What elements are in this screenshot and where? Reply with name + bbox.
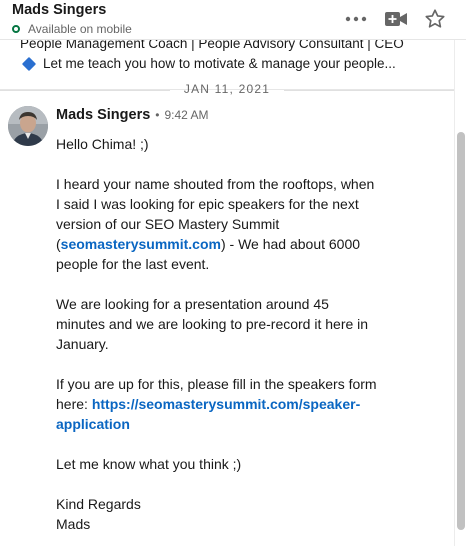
divider [284, 90, 454, 91]
separator-dot: • [155, 108, 160, 122]
message-line: Mads [56, 516, 91, 532]
video-call-icon [385, 12, 407, 26]
presence-status: Available on mobile [12, 22, 132, 36]
message-line: January. [56, 336, 109, 352]
message-line: I heard your name shouted from the rooft… [56, 176, 375, 192]
message-line: I said I was looking for epic speakers f… [56, 196, 359, 212]
message-paragraph: I heard your name shouted from the rooft… [56, 174, 448, 274]
avatar[interactable] [8, 106, 48, 146]
message-line: (seomasterysummit.com) - We had about 60… [56, 234, 448, 254]
sender-name[interactable]: Mads Singers [56, 107, 150, 123]
message-line: here: https://seomasterysummit.com/speak… [56, 394, 448, 414]
video-call-button[interactable] [383, 6, 409, 32]
speaker-form-link[interactable]: https://seomasterysummit.com/speaker- [92, 396, 360, 412]
summit-link[interactable]: seomasterysummit.com [61, 236, 221, 252]
profile-teaser-text: Let me teach you how to motivate & manag… [43, 56, 396, 71]
message-text: Let me know what you think ;) [56, 456, 242, 472]
message-paragraph: Kind Regards Mads [56, 494, 448, 534]
divider [0, 90, 170, 91]
message-line-head: here: [56, 396, 92, 412]
message-line: Kind Regards [56, 496, 141, 512]
profile-teaser: Let me teach you how to motivate & manag… [21, 56, 396, 71]
presence-text: Available on mobile [28, 22, 132, 36]
scrollbar[interactable] [454, 40, 466, 546]
message-line: We are looking for a presentation around… [56, 296, 329, 312]
star-conversation-button[interactable] [422, 6, 448, 32]
message-paragraph: Hello Chima! ;) [56, 134, 448, 154]
presence-indicator-icon [12, 25, 20, 33]
message-line-tail: ) - We had about 6000 [220, 236, 361, 252]
star-icon [425, 9, 445, 28]
message-line: version of our SEO Mastery Summit [56, 216, 280, 232]
contact-name[interactable]: Mads Singers [12, 2, 106, 18]
diamond-icon [21, 56, 37, 71]
message-line: If you are up for this, please fill in t… [56, 376, 377, 392]
message-time: 9:42 AM [164, 108, 209, 122]
conversation-header: Mads Singers Available on mobile [0, 0, 466, 40]
message-line: application [56, 414, 448, 434]
more-horizontal-icon [345, 16, 367, 22]
more-options-button[interactable] [343, 6, 369, 32]
message-paragraph: Let me know what you think ;) [56, 454, 448, 474]
message-paragraph: If you are up for this, please fill in t… [56, 374, 448, 434]
profile-snippet[interactable]: People Management Coach | People Advisor… [0, 34, 454, 90]
speaker-form-link-cont[interactable]: application [56, 416, 130, 432]
message-body: Hello Chima! ;) I heard your name shoute… [56, 134, 448, 534]
message-line: minutes and we are looking to pre-record… [56, 316, 369, 332]
scrollbar-thumb[interactable] [457, 132, 465, 530]
conversation-pane: People Management Coach | People Advisor… [0, 0, 454, 546]
date-label: JAN 11, 2021 [183, 82, 271, 96]
message-line: people for the last event. [56, 256, 210, 272]
message-text: Hello Chima! ;) [56, 136, 149, 152]
date-separator: JAN 11, 2021 [0, 82, 454, 98]
message-paragraph: We are looking for a presentation around… [56, 294, 448, 354]
message-header: Mads Singers • 9:42 AM [56, 107, 209, 123]
